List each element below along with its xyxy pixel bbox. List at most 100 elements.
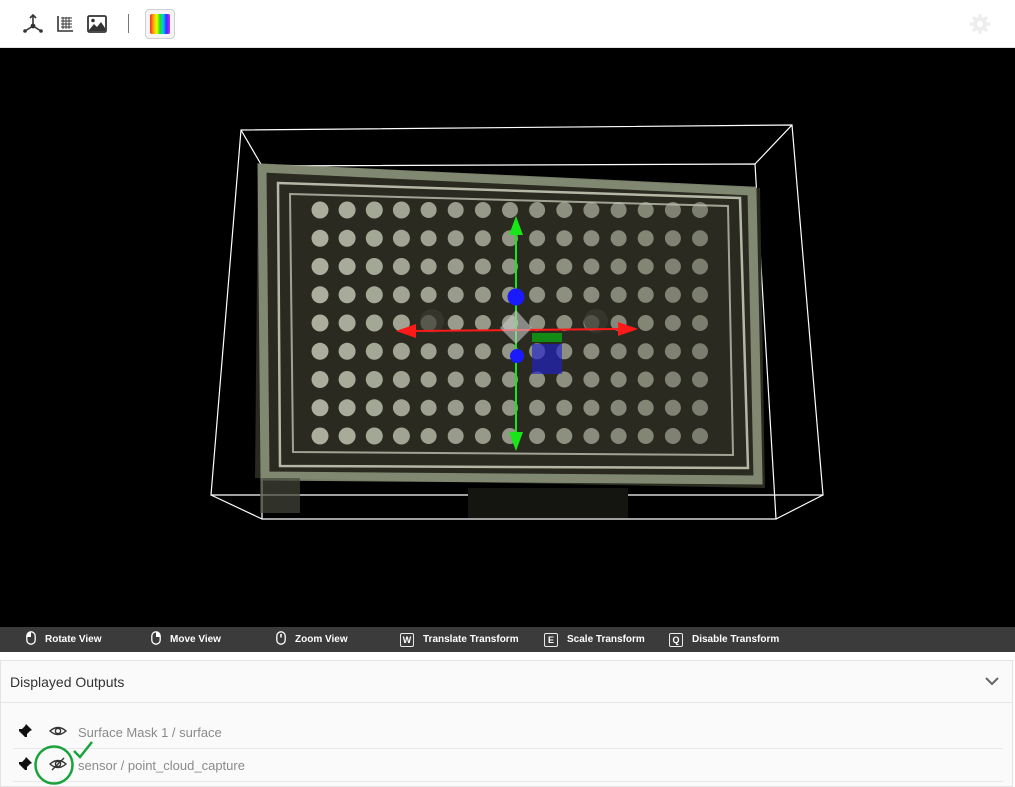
calibration-dot	[392, 427, 410, 445]
image-button[interactable]	[85, 12, 109, 36]
color-palette-button[interactable]	[145, 9, 175, 39]
hint-disable-transform: Q Disable Transform	[669, 627, 779, 652]
output-label: sensor / point_cloud_capture	[78, 758, 245, 773]
calibration-dot	[420, 286, 437, 303]
calibration-dot	[637, 286, 654, 303]
calibration-dot	[664, 286, 681, 303]
calibration-dot	[692, 428, 708, 444]
calibration-dot	[365, 229, 383, 247]
calibration-dot	[420, 343, 437, 360]
calibration-dot	[664, 230, 681, 247]
gizmo-plane-handle-xz[interactable]	[532, 344, 562, 374]
calibration-dot	[365, 427, 383, 445]
calibration-dot	[556, 399, 573, 416]
calibration-dot	[637, 428, 654, 444]
calibration-dot	[692, 258, 708, 275]
calibration-dot	[447, 428, 464, 444]
gizmo-z-handle-top[interactable]	[507, 288, 525, 306]
calibration-dot	[311, 258, 329, 275]
calibration-dot	[529, 258, 546, 275]
calibration-dot	[583, 343, 600, 360]
calibration-dot	[664, 343, 681, 360]
calibration-dot	[338, 201, 356, 219]
calibration-dot	[583, 230, 600, 247]
calibration-dot	[420, 230, 437, 247]
calibration-dot	[365, 371, 383, 388]
calibration-dot	[529, 286, 546, 303]
hint-scale-transform: E Scale Transform	[544, 627, 645, 652]
chevron-down-icon	[985, 677, 999, 686]
output-row-surface-mask[interactable]: Surface Mask 1 / surface	[13, 717, 1003, 749]
calibration-dot	[692, 202, 708, 218]
calibration-dot	[474, 286, 491, 303]
pin-icon	[18, 757, 32, 771]
hint-label: Rotate View	[45, 634, 102, 645]
calibration-dot	[338, 399, 356, 417]
calibration-dot	[311, 427, 329, 445]
gizmo-z-handle-bottom[interactable]	[510, 349, 524, 363]
visibility-toggle[interactable]	[48, 756, 68, 777]
calibration-dot	[556, 202, 573, 218]
calibration-dot	[637, 371, 654, 388]
calibration-dot	[637, 399, 654, 416]
calibration-dot	[583, 428, 600, 444]
calibration-dot	[447, 343, 464, 360]
calibration-dot	[338, 371, 356, 388]
calibration-dot	[474, 428, 491, 444]
key-q: Q	[669, 632, 683, 647]
3d-viewport[interactable]	[0, 48, 1015, 627]
calibration-dot	[610, 428, 627, 444]
grid-scene-button[interactable]	[53, 12, 77, 36]
eye-icon	[48, 726, 68, 736]
gizmo-plane-handle-xy[interactable]	[532, 333, 562, 342]
calibration-dot	[664, 258, 681, 275]
visibility-toggle[interactable]	[48, 723, 68, 744]
calibration-dot	[365, 286, 383, 304]
calibration-dot	[692, 286, 708, 303]
calibration-dot	[392, 258, 410, 275]
calibration-dot	[365, 399, 383, 417]
calibration-dot	[556, 230, 573, 247]
panel-divider	[1, 702, 1012, 703]
pin-button[interactable]	[17, 723, 33, 744]
hint-move-view: Move View	[151, 627, 221, 652]
calibration-dot	[583, 399, 600, 416]
calibration-dot	[637, 343, 654, 360]
calibration-dot	[583, 202, 600, 218]
calibration-dot	[447, 202, 464, 218]
settings-button[interactable]	[968, 12, 992, 36]
calibration-dot	[502, 202, 518, 218]
control-hints-bar: Rotate View Move View Zoom View W Transl…	[0, 627, 1015, 652]
calibration-dot	[610, 230, 627, 247]
key-w: W	[400, 632, 414, 647]
calibration-dot	[447, 315, 464, 331]
toolbar	[0, 0, 1015, 48]
calibration-dot	[420, 202, 437, 218]
calibration-dot	[474, 315, 491, 331]
calibration-dot	[365, 342, 383, 360]
pin-button[interactable]	[17, 756, 33, 777]
calibration-dot	[338, 427, 356, 445]
panel-title: Displayed Outputs	[10, 674, 125, 690]
collapse-panel-button[interactable]	[984, 673, 1000, 694]
eye-off-icon	[48, 757, 68, 771]
output-row-point-cloud[interactable]: sensor / point_cloud_capture	[13, 750, 1003, 782]
calibration-dot	[610, 371, 627, 388]
calibration-dot	[637, 258, 654, 275]
calibration-dot	[474, 230, 491, 247]
calibration-dot	[311, 229, 329, 247]
hint-label: Translate Transform	[423, 634, 519, 645]
axes-3d-icon	[23, 13, 43, 33]
mouse-right-icon	[151, 631, 161, 648]
calibration-dot	[556, 286, 573, 303]
mouse-wheel-icon	[276, 631, 286, 648]
calibration-dot	[447, 286, 464, 303]
point-cloud-scene[interactable]	[0, 48, 1015, 627]
axes-3d-button[interactable]	[21, 12, 45, 36]
output-label: Surface Mask 1 / surface	[78, 725, 222, 740]
calibration-dot	[338, 229, 356, 247]
calibration-dot	[338, 314, 356, 332]
hint-label: Scale Transform	[567, 634, 645, 645]
key-e: E	[544, 632, 558, 647]
pin-icon	[18, 724, 32, 738]
